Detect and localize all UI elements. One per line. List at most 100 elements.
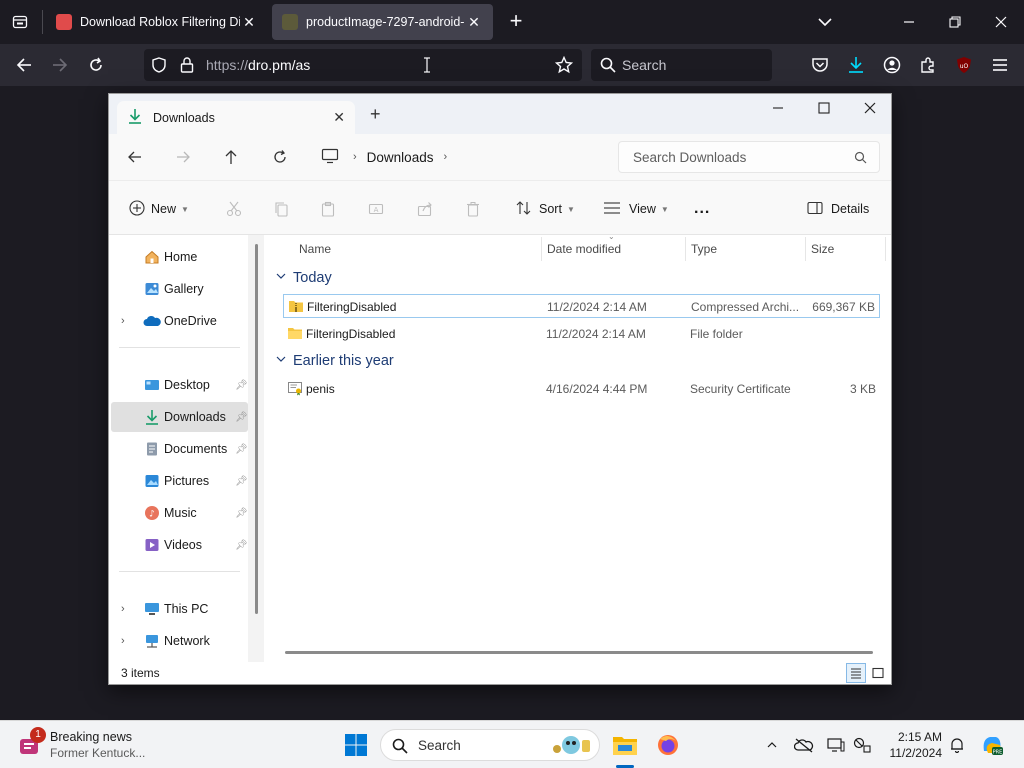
sidebar-item-network[interactable]: › Network bbox=[111, 626, 248, 656]
sort-button[interactable]: Sort ▼ bbox=[515, 197, 575, 221]
new-tab-button[interactable]: + bbox=[503, 8, 529, 36]
sidebar-item-videos[interactable]: Videos 📌︎ bbox=[111, 530, 248, 560]
forward-arrow-icon[interactable] bbox=[47, 53, 73, 77]
extensions-icon[interactable] bbox=[915, 53, 941, 77]
view-button[interactable]: View ▼ bbox=[603, 197, 669, 221]
cut-icon[interactable] bbox=[226, 197, 242, 221]
menu-hamburger-icon[interactable] bbox=[987, 53, 1013, 77]
browser-tab[interactable]: Download Roblox Filtering Disa ✕ bbox=[46, 4, 268, 40]
reload-icon[interactable] bbox=[83, 53, 109, 77]
sidebar-item-this-pc[interactable]: › This PC bbox=[111, 594, 248, 624]
pocket-icon[interactable] bbox=[807, 53, 833, 77]
maximize-icon[interactable] bbox=[801, 94, 847, 122]
network-status-icon[interactable] bbox=[852, 735, 872, 755]
group-header-today[interactable]: Today bbox=[275, 270, 332, 286]
sidebar-item-downloads[interactable]: Downloads 📌︎ bbox=[111, 402, 248, 432]
pin-icon[interactable]: 📌︎ bbox=[235, 412, 248, 423]
column-separator[interactable] bbox=[685, 237, 686, 261]
column-header-date[interactable]: Date modified bbox=[547, 242, 621, 256]
sidebar-item-pictures[interactable]: Pictures 📌︎ bbox=[111, 466, 248, 496]
sidebar-item-desktop[interactable]: Desktop 📌︎ bbox=[111, 370, 248, 400]
pin-icon[interactable]: 📌︎ bbox=[235, 540, 248, 551]
forward-arrow-icon[interactable] bbox=[169, 144, 197, 170]
minimize-icon[interactable] bbox=[886, 0, 932, 44]
breadcrumb-chevron-icon[interactable]: › bbox=[353, 151, 357, 163]
column-separator[interactable] bbox=[885, 237, 886, 261]
breadcrumb[interactable]: › Downloads › bbox=[309, 141, 609, 173]
tracking-shield-icon[interactable] bbox=[151, 57, 167, 76]
more-options-button[interactable]: ... bbox=[694, 197, 710, 221]
chevron-up-icon[interactable] bbox=[762, 735, 782, 755]
firefox-view-icon[interactable] bbox=[6, 9, 34, 35]
breadcrumb-chevron-icon[interactable]: › bbox=[443, 151, 447, 163]
details-view-icon[interactable] bbox=[846, 663, 866, 683]
close-window-icon[interactable] bbox=[978, 0, 1024, 44]
file-row[interactable]: FilteringDisabled 11/2/2024 2:14 AM Comp… bbox=[283, 294, 880, 318]
copilot-icon[interactable]: PRE bbox=[976, 729, 1008, 761]
explorer-tab[interactable]: Downloads ✕ bbox=[117, 101, 355, 134]
display-icon[interactable] bbox=[826, 735, 846, 755]
close-tab-icon[interactable]: ✕ bbox=[333, 109, 345, 126]
browser-search-bar[interactable]: Search bbox=[591, 49, 772, 81]
news-widget[interactable]: 1 Breaking news Former Kentuck... bbox=[14, 727, 174, 763]
downloads-icon[interactable] bbox=[843, 53, 869, 77]
onedrive-offline-icon[interactable] bbox=[794, 735, 814, 755]
group-header-earlier-this-year[interactable]: Earlier this year bbox=[275, 353, 394, 369]
url-bar[interactable]: https://dro.pm/as bbox=[144, 49, 582, 81]
chevron-right-icon[interactable]: › bbox=[121, 603, 125, 615]
new-button[interactable]: New ▼ bbox=[129, 197, 189, 221]
file-explorer-taskbar-icon[interactable] bbox=[609, 729, 641, 761]
system-clock[interactable]: 2:15 AM 11/2/2024 bbox=[878, 729, 943, 761]
file-row[interactable]: FilteringDisabled 11/2/2024 2:14 AM File… bbox=[283, 322, 880, 346]
close-tab-icon[interactable]: ✕ bbox=[465, 14, 483, 31]
up-arrow-icon[interactable] bbox=[217, 144, 245, 170]
pin-icon[interactable]: 📌︎ bbox=[235, 380, 248, 391]
chevron-right-icon[interactable]: › bbox=[121, 315, 125, 327]
sidebar-scrollbar[interactable] bbox=[255, 244, 258, 614]
ublock-origin-icon[interactable]: uO bbox=[951, 53, 977, 77]
notification-bell-icon[interactable] bbox=[947, 735, 967, 755]
close-tab-icon[interactable]: ✕ bbox=[240, 14, 258, 31]
column-header-type[interactable]: Type bbox=[691, 242, 717, 256]
taskbar-search-input[interactable]: Search bbox=[380, 729, 600, 761]
pin-icon[interactable]: 📌︎ bbox=[235, 508, 248, 519]
refresh-icon[interactable] bbox=[266, 144, 294, 170]
firefox-taskbar-icon[interactable] bbox=[652, 729, 684, 761]
bookmark-star-icon[interactable] bbox=[554, 55, 574, 77]
back-arrow-icon[interactable] bbox=[11, 53, 37, 77]
minimize-icon[interactable] bbox=[755, 94, 801, 122]
horizontal-scrollbar[interactable] bbox=[285, 651, 873, 654]
tiles-view-icon[interactable] bbox=[868, 663, 888, 683]
new-explorer-tab-button[interactable]: + bbox=[370, 104, 381, 125]
sidebar-item-documents[interactable]: Documents 📌︎ bbox=[111, 434, 248, 464]
list-all-tabs-icon[interactable] bbox=[814, 11, 836, 36]
delete-icon[interactable] bbox=[465, 197, 481, 221]
sidebar-item-home[interactable]: Home bbox=[111, 242, 248, 272]
chevron-right-icon[interactable]: › bbox=[121, 635, 125, 647]
browser-tab-active[interactable]: productImage-7297-android-p ✕ bbox=[272, 4, 493, 40]
pin-icon[interactable]: 📌︎ bbox=[235, 476, 248, 487]
account-icon[interactable] bbox=[879, 53, 905, 77]
close-window-icon[interactable] bbox=[847, 94, 891, 122]
computer-icon[interactable] bbox=[321, 148, 339, 167]
details-button[interactable]: Details bbox=[807, 197, 869, 221]
pin-icon[interactable]: 📌︎ bbox=[235, 444, 248, 455]
column-header-name[interactable]: Name bbox=[299, 242, 331, 256]
paste-icon[interactable] bbox=[320, 197, 336, 221]
file-row[interactable]: penis 4/16/2024 4:44 PM Security Certifi… bbox=[283, 377, 880, 401]
lock-icon[interactable] bbox=[179, 56, 195, 77]
explorer-search-input[interactable]: Search Downloads bbox=[618, 141, 880, 173]
share-icon[interactable] bbox=[417, 197, 433, 221]
column-header-size[interactable]: Size bbox=[811, 242, 834, 256]
sidebar-item-gallery[interactable]: Gallery bbox=[111, 274, 248, 304]
sidebar-item-music[interactable]: ♪ Music 📌︎ bbox=[111, 498, 248, 528]
rename-icon[interactable]: A bbox=[368, 197, 384, 221]
column-separator[interactable] bbox=[541, 237, 542, 261]
back-arrow-icon[interactable] bbox=[121, 144, 149, 170]
column-separator[interactable] bbox=[805, 237, 806, 261]
windows-start-icon[interactable] bbox=[340, 729, 372, 761]
breadcrumb-item[interactable]: Downloads bbox=[367, 150, 434, 165]
sidebar-item-onedrive[interactable]: › OneDrive bbox=[111, 306, 248, 336]
restore-icon[interactable] bbox=[932, 0, 978, 44]
copy-icon[interactable] bbox=[273, 197, 289, 221]
